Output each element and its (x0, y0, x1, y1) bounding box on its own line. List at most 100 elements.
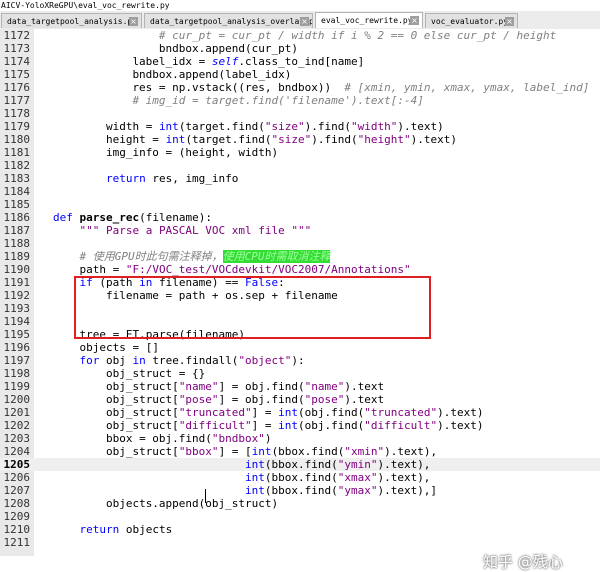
code-line[interactable]: 1203 bbox = obj.find("bndbox") (0, 432, 600, 445)
code-line[interactable]: 1173 bndbox.append(cur_pt) (0, 42, 600, 55)
code-token: return (79, 523, 120, 536)
close-icon[interactable]: × (129, 17, 138, 26)
code-text: width = int(target.find("size").find("wi… (106, 120, 444, 133)
code-line[interactable]: 1197 for obj in tree.findall("object"): (0, 354, 600, 367)
code-editor[interactable]: 1172 # cur_pt = cur_pt / width if i % 2 =… (0, 29, 600, 571)
code-line[interactable]: 1209 (0, 510, 600, 523)
code-line[interactable]: 1187 """ Parse a PASCAL VOC xml file """ (0, 224, 600, 237)
code-line[interactable]: 1176 res = np.vstack((res, bndbox)) # [xm… (0, 81, 600, 94)
code-line[interactable]: 1211 (0, 536, 600, 549)
code-line[interactable]: 1181 img_info = (height, width) (0, 146, 600, 159)
line-number: 1204 (3, 445, 31, 458)
code-line[interactable]: 1204 obj_struct["bbox"] = [int(bbox.find(… (0, 445, 600, 458)
watermark: 知乎 @残心 (483, 553, 563, 571)
code-token: ).text) (397, 120, 444, 133)
line-number: 1179 (3, 120, 31, 133)
code-token: "bbox" (178, 445, 219, 458)
window-title: AICV-YoloXReGPU\eval_voc_rewrite.py (0, 0, 600, 11)
tab-data-targetpool-analysis-overlap[interactable]: data_targetpool_analysis_overlap.py × (144, 13, 313, 28)
close-icon[interactable]: × (410, 16, 419, 25)
code-token: res = np.vstack((res, bndbox)) (132, 81, 345, 94)
code-line[interactable]: 1199 obj_struct["name"] = obj.find("name"… (0, 380, 600, 393)
line-number: 1181 (3, 146, 31, 159)
code-token: img_info = (height, width) (105, 146, 279, 159)
close-icon[interactable]: × (300, 17, 309, 26)
code-token: "object" (238, 354, 292, 367)
code-token: int (251, 445, 272, 458)
tab-data-targetpool-analysis[interactable]: data_targetpool_analysis.py × (1, 13, 142, 28)
line-number: 1206 (3, 471, 31, 484)
code-token: ] = obj.find( (218, 380, 305, 393)
code-token: "F:/VOC_test/VOCdevkit/VOC2007/Annotatio… (125, 263, 411, 276)
line-number: 1211 (3, 536, 31, 549)
tab-label: data_targetpool_analysis_overlap.py (150, 17, 313, 26)
code-token: label_idx = (132, 55, 212, 68)
code-line[interactable]: 1172 # cur_pt = cur_pt / width if i % 2 =… (0, 29, 600, 42)
code-line[interactable]: 1210 return objects (0, 523, 600, 536)
code-token: "difficult" (364, 419, 438, 432)
code-line[interactable]: 1200 obj_struct["pose"] = obj.find("pose"… (0, 393, 600, 406)
code-token: obj_struct[ (105, 445, 179, 458)
code-line[interactable]: 1207 int(bbox.find("ymax").text),] (0, 484, 600, 497)
code-text: obj_struct["difficult"] = int(obj.find("… (106, 419, 484, 432)
code-text: """ Parse a PASCAL VOC xml file """ (79, 224, 311, 237)
code-line[interactable]: 1205 int(bbox.find("ymin").text), (0, 458, 600, 471)
code-token: (bbox.find( (264, 471, 338, 484)
line-number: 1207 (3, 484, 31, 497)
code-line[interactable]: 1178 (0, 107, 600, 120)
code-line[interactable]: 1182 (0, 159, 600, 172)
code-line[interactable]: 1208 objects.append(obj_struct) (0, 497, 600, 510)
code-line[interactable]: 1180 height = int(target.find("size").fin… (0, 133, 600, 146)
code-line[interactable]: 1183 return res, img_info (0, 172, 600, 185)
code-line[interactable]: 1198 obj_struct = {} (0, 367, 600, 380)
code-token: ) (264, 432, 272, 445)
close-icon[interactable]: × (505, 17, 514, 26)
tab-eval-voc-rewrite[interactable]: eval_voc_rewrite.py × (315, 12, 423, 28)
code-line[interactable]: 1202 obj_struct["difficult"] = int(obj.fi… (0, 419, 600, 432)
code-token: def (53, 211, 73, 224)
code-text: obj_struct["bbox"] = [int(bbox.find("xmi… (106, 445, 437, 458)
code-line[interactable]: 1196 objects = [] (0, 341, 600, 354)
code-token: ).text),] (377, 484, 438, 497)
code-line[interactable]: 1185 (0, 198, 600, 211)
line-number: 1191 (3, 276, 31, 289)
code-token: ): (291, 354, 305, 367)
code-line[interactable]: 1201 obj_struct["truncated"] = int(obj.fi… (0, 406, 600, 419)
line-number: 1189 (3, 250, 31, 263)
code-text: obj_struct = {} (106, 367, 205, 380)
code-text: return res, img_info (106, 172, 238, 185)
code-token: (obj.find( (298, 406, 365, 419)
code-line[interactable]: 1206 int(bbox.find("xmax").text), (0, 471, 600, 484)
code-token: objects.append(obj_struct) (105, 497, 279, 510)
code-line[interactable]: 1175 bndbox.append(label_idx) (0, 68, 600, 81)
code-token: for (79, 354, 100, 367)
code-line[interactable]: 1189 # 使用GPU时此句需注释掉，使用CPU时需取消注释 (0, 250, 600, 263)
code-line[interactable]: 1174 label_idx = self.class_to_ind[name] (0, 55, 600, 68)
code-token: (bbox.find( (264, 484, 338, 497)
code-line[interactable]: 1184 (0, 185, 600, 198)
code-line[interactable]: 1177 # img_id = target.find('filename').t… (0, 94, 600, 107)
tab-label: voc_evaluator.py (431, 17, 509, 26)
code-line[interactable]: 1188 (0, 237, 600, 250)
code-line[interactable]: 1190 path = "F:/VOC_test/VOCdevkit/VOC200… (0, 263, 600, 276)
code-token: width = (105, 120, 159, 133)
line-number: 1173 (3, 42, 31, 55)
code-text: label_idx = self.class_to_ind[name] (132, 55, 364, 68)
code-text: img_info = (height, width) (106, 146, 278, 159)
code-token: bbox = obj.find( (105, 432, 212, 445)
code-token: ).text) (410, 133, 457, 146)
tab-voc-evaluator[interactable]: voc_evaluator.py × (425, 13, 518, 28)
code-token: ).text (344, 393, 385, 406)
code-line[interactable]: 1179 width = int(target.find("size").find… (0, 120, 600, 133)
line-number: 1193 (3, 302, 31, 315)
code-token: ).text) (437, 406, 484, 419)
code-token: return (105, 172, 146, 185)
code-token: obj_struct = {} (105, 367, 206, 380)
tab-bar: data_targetpool_analysis.py × data_targe… (0, 11, 600, 30)
line-number: 1210 (3, 523, 31, 536)
code-token: obj_struct[ (105, 406, 179, 419)
code-token: int (278, 419, 299, 432)
code-line[interactable]: 1186 def parse_rec(filename): (0, 211, 600, 224)
line-number: 1198 (3, 367, 31, 380)
code-token: self (211, 55, 239, 68)
